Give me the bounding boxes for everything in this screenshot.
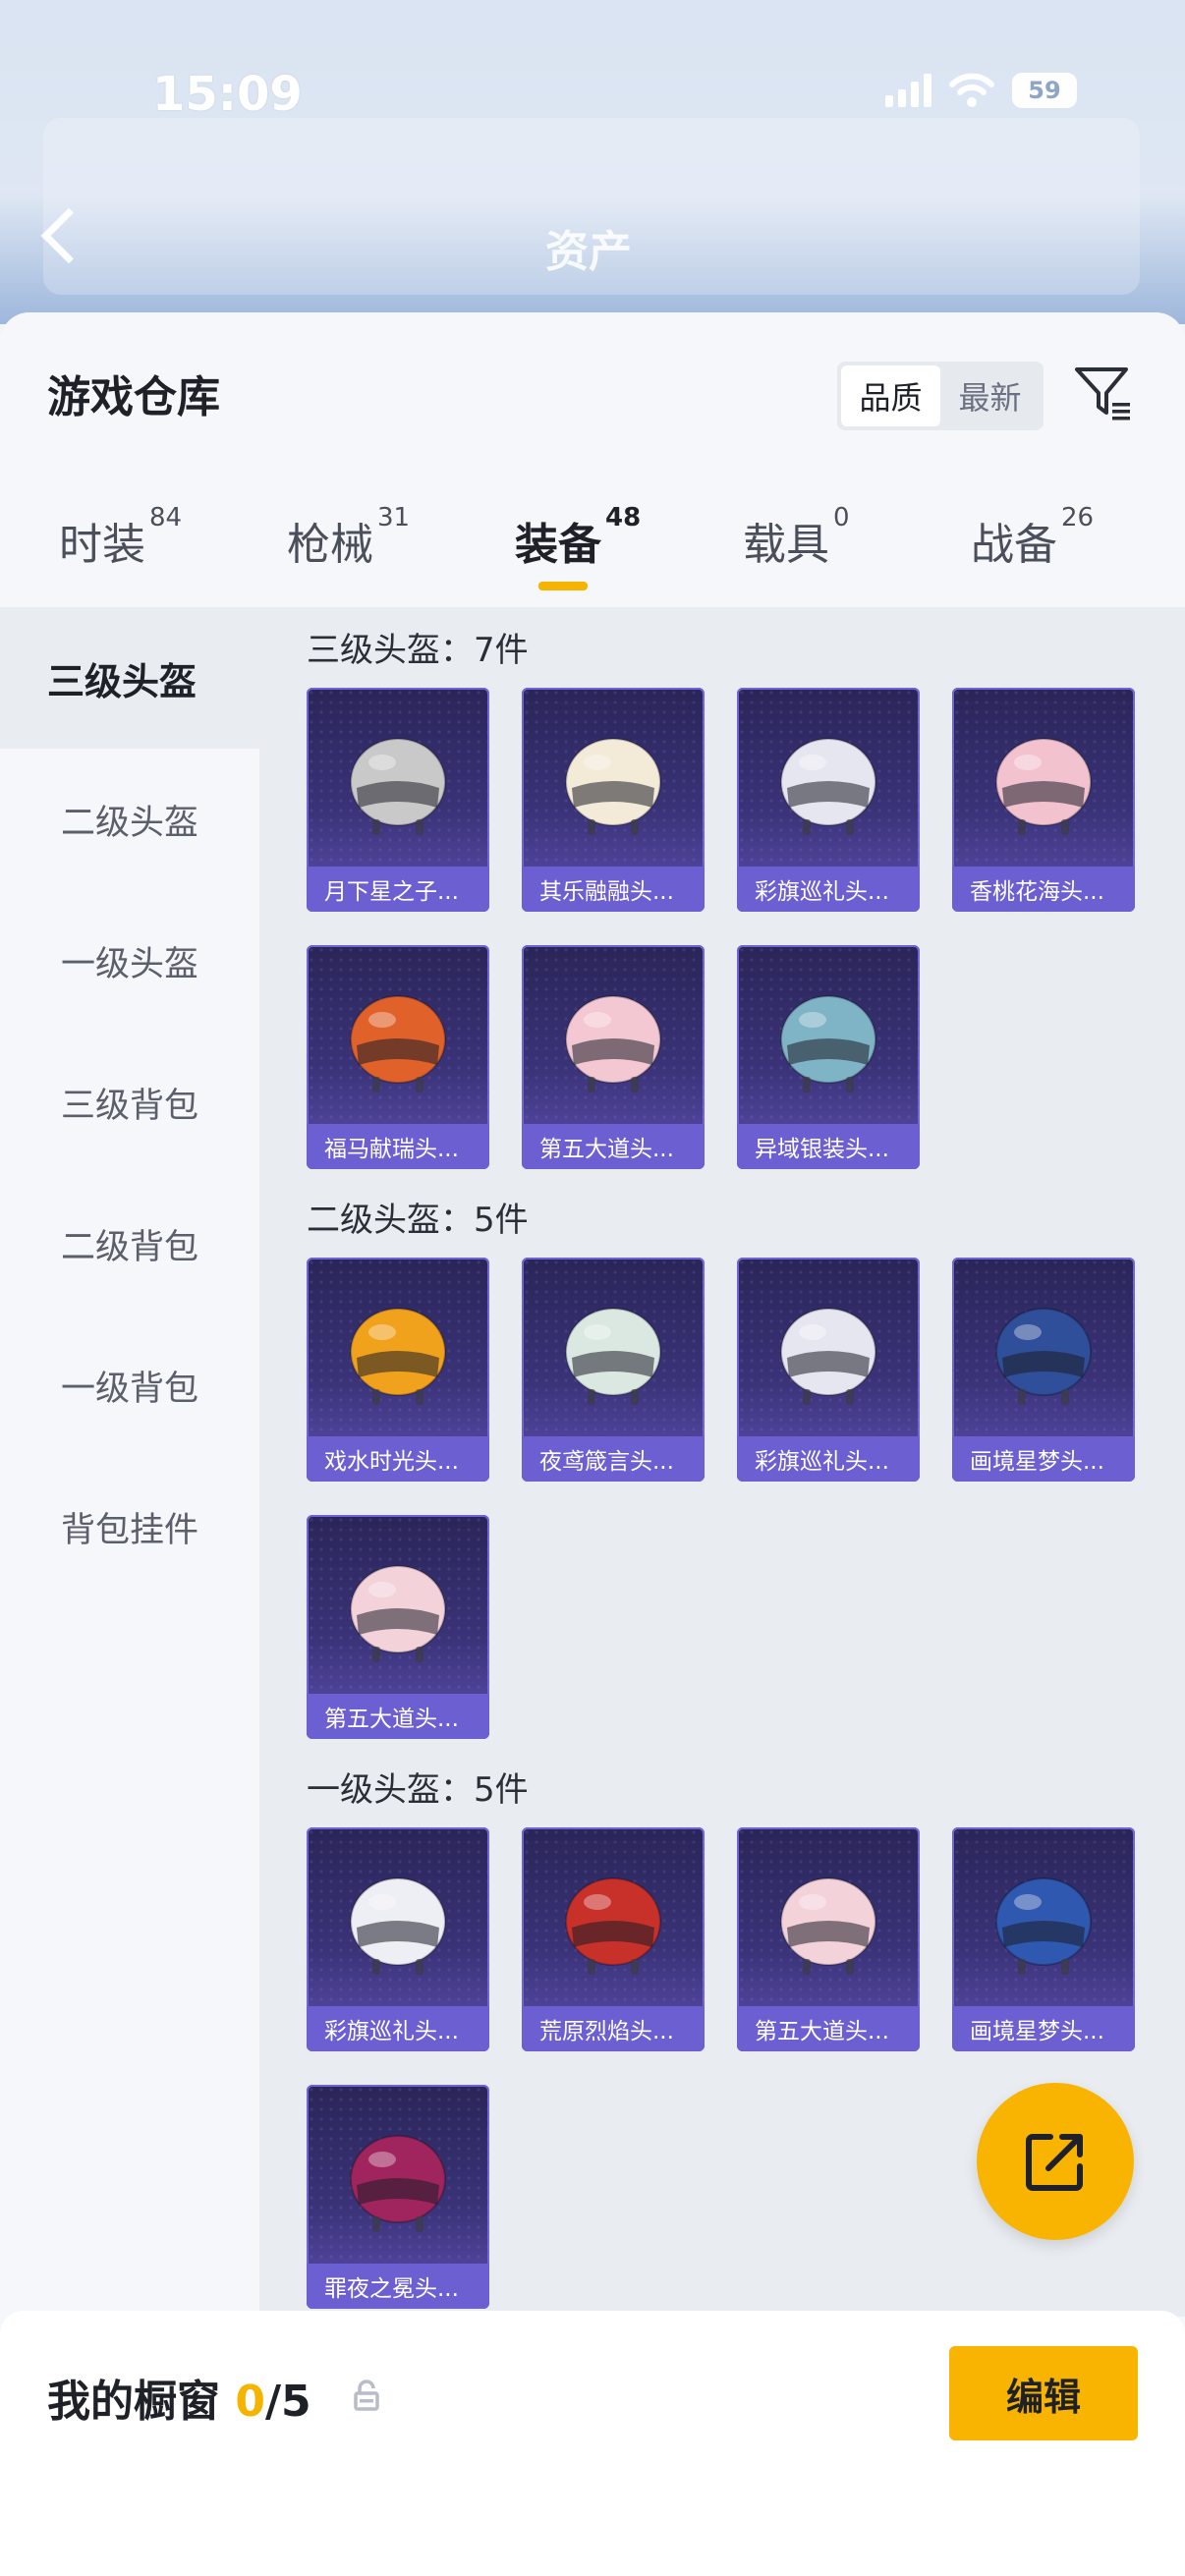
item-card[interactable]: 彩旗巡礼头... xyxy=(737,688,920,912)
section-title: 三级头盔：7件 xyxy=(307,631,529,670)
starry-helmet-icon xyxy=(995,1308,1092,1405)
plaid-helmet-icon xyxy=(350,1565,446,1662)
item-name: 罪夜之冕头... xyxy=(307,2264,489,2309)
share-icon xyxy=(1026,2134,1083,2191)
nav-item-backpack-charm[interactable]: 背包挂件 xyxy=(0,1456,259,1597)
item-card[interactable]: 夜鸢箴言头... xyxy=(522,1258,705,1482)
status-time: 15:09 xyxy=(152,67,303,122)
section-title: 二级头盔：5件 xyxy=(307,1201,529,1240)
nav-item-level3-backpack[interactable]: 三级背包 xyxy=(0,1032,259,1173)
item-card[interactable]: 福马献瑞头... xyxy=(307,945,489,1169)
edit-button[interactable]: 编辑 xyxy=(949,2346,1138,2440)
red-helmet-icon xyxy=(565,1877,661,1975)
nav-item-level3-helmet[interactable]: 三级头盔 xyxy=(0,607,259,749)
warehouse-title: 游戏仓库 xyxy=(47,372,220,422)
tab-equipment[interactable]: 装备48 xyxy=(515,503,641,607)
tab-weapons[interactable]: 枪械31 xyxy=(287,503,410,607)
silver-helmet-icon xyxy=(780,995,876,1092)
wifi-icon xyxy=(949,73,994,107)
nav-item-level2-helmet[interactable]: 二级头盔 xyxy=(0,749,259,890)
signal-icon xyxy=(885,74,931,107)
bird-helmet-icon xyxy=(565,1308,661,1405)
item-name: 戏水时光头... xyxy=(307,1436,489,1482)
item-card[interactable]: 戏水时光头... xyxy=(307,1258,489,1482)
assets-title: 资产 xyxy=(545,227,632,277)
item-card[interactable]: 异域银装头... xyxy=(737,945,920,1169)
active-tab-indicator xyxy=(538,582,588,590)
item-name: 画境星梦头... xyxy=(952,2006,1135,2051)
item-card[interactable]: 画境星梦头... xyxy=(952,1827,1135,2051)
white-helmet-icon xyxy=(565,738,661,835)
subcategory-nav: 三级头盔 二级头盔 一级头盔 三级背包 二级背包 一级背包 背包挂件 xyxy=(0,607,259,2317)
item-name: 第五大道头... xyxy=(737,2006,920,2051)
tab-vehicles[interactable]: 载具0 xyxy=(743,503,850,607)
filter-icon[interactable] xyxy=(1071,360,1136,424)
item-name: 彩旗巡礼头... xyxy=(737,1436,920,1482)
nav-item-level1-backpack[interactable]: 一级背包 xyxy=(0,1315,259,1456)
nav-item-level1-helmet[interactable]: 一级头盔 xyxy=(0,890,259,1032)
item-name: 福马献瑞头... xyxy=(307,1124,489,1169)
item-card[interactable]: 第五大道头... xyxy=(737,1827,920,2051)
item-name: 彩旗巡礼头... xyxy=(737,867,920,912)
sort-toggle: 品质 最新 xyxy=(837,362,1044,430)
section-title: 一级头盔：5件 xyxy=(307,1770,529,1810)
item-name: 第五大道头... xyxy=(307,1694,489,1739)
giraffe-helmet-icon xyxy=(350,1308,446,1405)
background-header: 15:09 59 资产 xyxy=(0,0,1185,324)
plaid-helmet-icon xyxy=(565,995,661,1092)
item-card[interactable]: 月下星之子... xyxy=(307,688,489,912)
item-card[interactable]: 香桃花海头... xyxy=(952,688,1135,912)
item-card[interactable]: 彩旗巡礼头... xyxy=(737,1258,920,1482)
item-card[interactable]: 其乐融融头... xyxy=(522,688,705,912)
showcase-total: /5 xyxy=(264,2377,311,2427)
item-card[interactable]: 画境星梦头... xyxy=(952,1258,1135,1482)
sort-option-quality[interactable]: 品质 xyxy=(841,365,940,426)
category-tabs: 时装84 枪械31 装备48 载具0 战备26 xyxy=(0,503,1185,607)
horse-helmet-icon xyxy=(350,995,446,1092)
plaid-helmet-icon xyxy=(780,1877,876,1975)
tab-fashion[interactable]: 时装84 xyxy=(59,503,182,607)
showcase-bar: 我的橱窗 0/5 编辑 xyxy=(0,2311,1185,2576)
lock-icon xyxy=(354,2380,379,2411)
item-name: 月下星之子... xyxy=(307,867,489,912)
pink-helmet-icon xyxy=(995,738,1092,835)
sheet-header: 游戏仓库 品质 最新 时装84 枪械31 装备48 载具0 战备26 xyxy=(0,312,1185,607)
showcase-label: 我的橱窗 0/5 xyxy=(47,2377,311,2427)
item-name: 彩旗巡礼头... xyxy=(307,2006,489,2051)
item-name: 画境星梦头... xyxy=(952,1436,1135,1482)
item-name: 第五大道头... xyxy=(522,1124,705,1169)
item-card[interactable]: 彩旗巡礼头... xyxy=(307,1827,489,2051)
item-card[interactable]: 第五大道头... xyxy=(307,1515,489,1739)
starry-helmet-icon xyxy=(995,1877,1092,1975)
item-name: 异域银装头... xyxy=(737,1124,920,1169)
item-name: 香桃花海头... xyxy=(952,867,1135,912)
cow-helmet-icon xyxy=(780,1308,876,1405)
tab-supplies[interactable]: 战备26 xyxy=(971,503,1094,607)
status-icons: 59 xyxy=(885,73,1077,108)
item-card[interactable]: 第五大道头... xyxy=(522,945,705,1169)
battery-icon: 59 xyxy=(1012,73,1077,108)
sort-option-latest[interactable]: 最新 xyxy=(940,365,1040,426)
dark-helmet-icon xyxy=(350,2135,446,2232)
knight-helmet-icon xyxy=(350,738,446,835)
showcase-current: 0 xyxy=(235,2377,265,2427)
item-grid: 三级头盔：7件月下星之子... 其乐融融头... 彩旗巡礼头... 香桃花海头... 福… xyxy=(259,607,1185,2317)
warehouse-sheet: 游戏仓库 品质 最新 时装84 枪械31 装备48 载具0 战备26 三级头盔 … xyxy=(0,312,1185,2576)
item-card[interactable]: 荒原烈焰头... xyxy=(522,1827,705,2051)
item-card[interactable]: 罪夜之冕头... xyxy=(307,2085,489,2309)
item-name: 其乐融融头... xyxy=(522,867,705,912)
share-button[interactable] xyxy=(977,2083,1134,2240)
item-name: 荒原烈焰头... xyxy=(522,2006,705,2051)
item-name: 夜鸢箴言头... xyxy=(522,1436,705,1482)
cow-helmet-icon xyxy=(350,1877,446,1975)
nav-item-level2-backpack[interactable]: 二级背包 xyxy=(0,1173,259,1315)
cow-helmet-icon xyxy=(780,738,876,835)
